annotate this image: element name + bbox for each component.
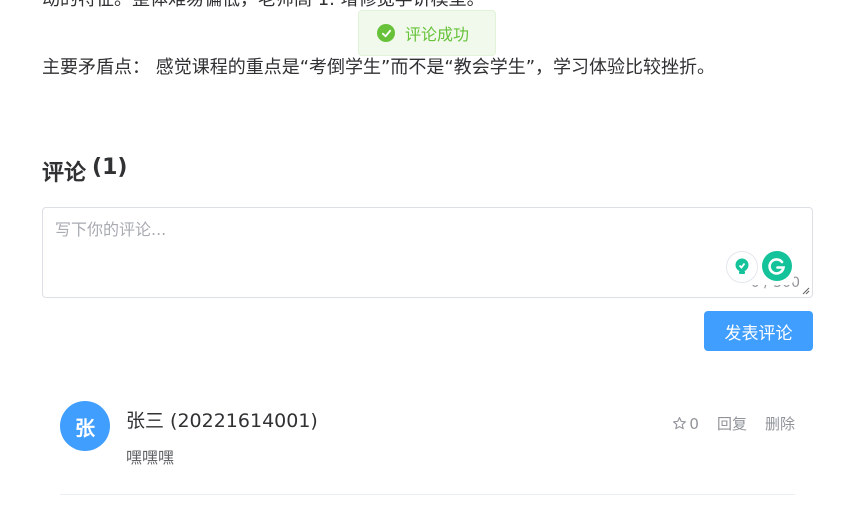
resize-handle-icon[interactable] (802, 287, 810, 295)
grammarly-icon[interactable] (762, 251, 792, 281)
submit-comment-button[interactable]: 发表评论 (704, 311, 813, 351)
success-toast: 评论成功 (358, 10, 496, 56)
comment-text: 嘿嘿嘿 (126, 448, 175, 467)
like-button[interactable]: 0 (672, 415, 699, 433)
comment-input-box: 0 / 500 (42, 207, 813, 298)
lightbulb-icon[interactable] (726, 251, 758, 283)
grammarly-widget (724, 249, 794, 285)
like-count: 0 (689, 414, 699, 433)
paragraph-text: 感觉课程的重点是“考倒学生”而不是“教会学生”，学习体验比较挫折。 (155, 57, 716, 78)
comments-title: 评论 (42, 161, 87, 186)
comment-item: 张 张三 (20221614001) 嘿嘿嘿 0 回复 删除 (60, 398, 795, 495)
comment-textarea[interactable] (43, 208, 812, 297)
comments-count: (1) (92, 155, 128, 180)
comments-heading: 评论 (1) (42, 155, 127, 187)
delete-button[interactable]: 删除 (765, 413, 795, 434)
reply-button[interactable]: 回复 (717, 413, 747, 434)
star-icon (673, 417, 687, 430)
avatar: 张 (60, 401, 110, 451)
toast-message: 评论成功 (405, 25, 470, 44)
paragraph-label: 主要矛盾点： (42, 57, 150, 78)
comment-author: 张三 (20221614001) (126, 410, 318, 432)
check-circle-icon (377, 24, 395, 42)
comment-actions: 0 回复 删除 (672, 413, 795, 434)
